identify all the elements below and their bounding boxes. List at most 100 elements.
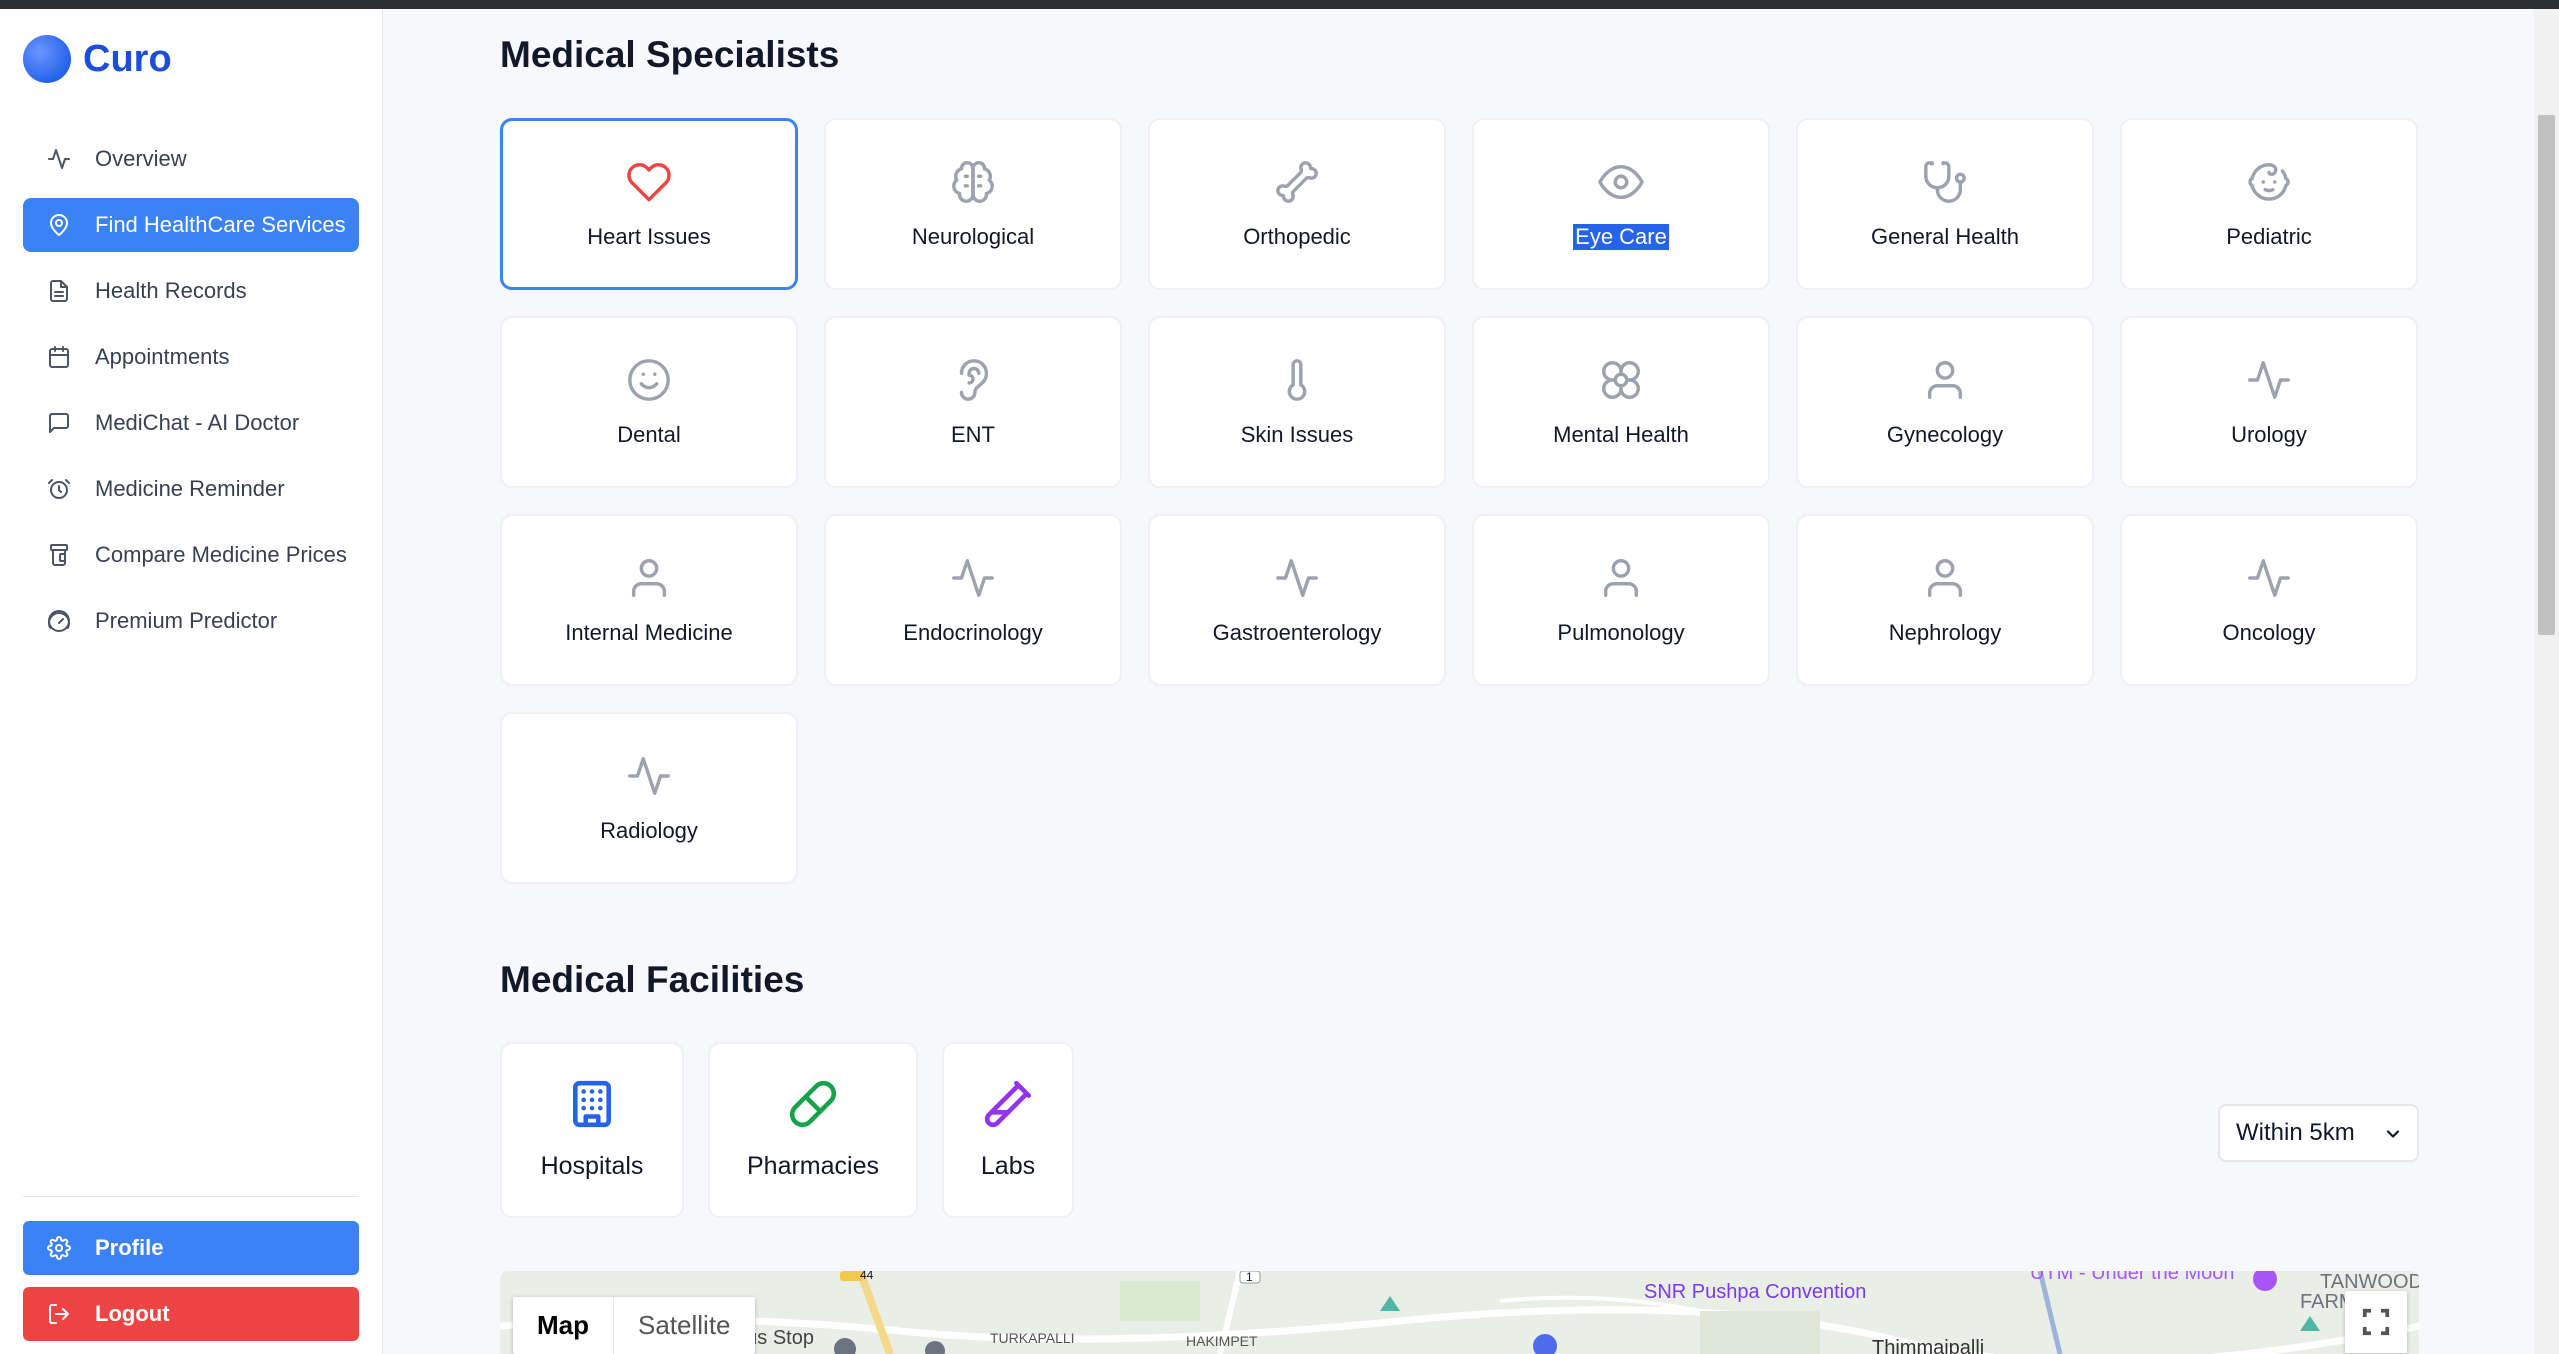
map-view[interactable]: 44 1 SNR Pushpa Convention TURKAPALLI HA…: [500, 1271, 2419, 1354]
specialist-label: Gynecology: [1886, 421, 2004, 447]
logout-label: Logout: [95, 1301, 170, 1326]
specialist-card-gynecology[interactable]: Gynecology: [1796, 316, 2094, 488]
specialists-grid: Heart Issues Neurological Orthopedic Eye…: [500, 118, 2418, 884]
specialist-card-neurological[interactable]: Neurological: [824, 118, 1122, 290]
facility-label: Pharmacies: [747, 1152, 879, 1180]
facility-card-hospitals[interactable]: Hospitals: [500, 1042, 684, 1218]
facilities-row: Hospitals Pharmacies Labs: [500, 1042, 1074, 1218]
pill-icon: [788, 1079, 838, 1134]
map-pin-icon: [47, 213, 71, 237]
sidebar-item-label: Health Records: [95, 278, 247, 303]
file-text-icon: [47, 279, 71, 303]
bone-icon: [1274, 159, 1320, 210]
alarm-clock-icon: [47, 477, 71, 501]
specialists-title: Medical Specialists: [500, 34, 840, 75]
specialist-card-endocrinology[interactable]: Endocrinology: [824, 514, 1122, 686]
sidebar-item-label: Compare Medicine Prices: [95, 542, 347, 567]
user-icon: [626, 555, 672, 606]
specialist-label: General Health: [1871, 223, 2019, 249]
specialist-card-eye-care[interactable]: Eye Care: [1472, 118, 1770, 290]
scrollbar-thumb[interactable]: [2538, 115, 2555, 635]
sidebar-item-medicine-reminder[interactable]: Medicine Reminder: [23, 462, 359, 516]
main-content: Medical Specialists Heart Issues Neurolo…: [384, 9, 2534, 1354]
sidebar-item-health-records[interactable]: Health Records: [23, 264, 359, 318]
facility-label: Hospitals: [540, 1152, 644, 1180]
message-square-icon: [47, 411, 71, 435]
user-icon: [1922, 555, 1968, 606]
specialist-card-nephrology[interactable]: Nephrology: [1796, 514, 2094, 686]
sidebar-item-appointments[interactable]: Appointments: [23, 330, 359, 384]
specialist-card-dental[interactable]: Dental: [500, 316, 798, 488]
fullscreen-button[interactable]: [2345, 1291, 2407, 1353]
map-tab[interactable]: Map: [513, 1297, 614, 1354]
flower-icon: [1598, 357, 1644, 408]
specialist-card-heart[interactable]: Heart Issues: [500, 118, 798, 290]
sidebar-item-find-healthcare[interactable]: Find HealthCare Services: [23, 198, 359, 252]
fullscreen-icon: [2362, 1308, 2390, 1336]
specialist-label: Eye Care: [1573, 223, 1669, 250]
facility-card-pharmacies[interactable]: Pharmacies: [708, 1042, 918, 1218]
profile-button[interactable]: Profile: [23, 1221, 359, 1275]
profile-label: Profile: [95, 1235, 164, 1260]
app-name: Curo: [83, 37, 172, 80]
sidebar-item-overview[interactable]: Overview: [23, 132, 359, 186]
sidebar: Curo Overview Find HealthCare Services H…: [0, 9, 383, 1354]
smile-icon: [626, 357, 672, 408]
page-scrollbar[interactable]: [2534, 9, 2559, 1354]
specialist-card-oncology[interactable]: Oncology: [2120, 514, 2418, 686]
map-place-label: HAKIMPET: [1186, 1333, 1258, 1349]
specialist-card-gastroenterology[interactable]: Gastroenterology: [1148, 514, 1446, 686]
sidebar-item-label: Appointments: [95, 344, 230, 369]
sidebar-item-label: Medicine Reminder: [95, 476, 285, 501]
gauge-icon: [47, 609, 71, 633]
map-type-control: Map Satellite: [513, 1297, 755, 1354]
facility-card-labs[interactable]: Labs: [942, 1042, 1074, 1218]
specialist-card-skin[interactable]: Skin Issues: [1148, 316, 1446, 488]
brain-icon: [950, 159, 996, 210]
specialist-label: Internal Medicine: [565, 619, 733, 645]
map-place-label: Thimmaipalli: [1872, 1337, 1985, 1354]
sidebar-nav: Overview Find HealthCare Services Health…: [23, 132, 359, 660]
specialist-card-ent[interactable]: ENT: [824, 316, 1122, 488]
app-logo[interactable]: Curo: [23, 34, 172, 84]
sidebar-item-label: MediChat - AI Doctor: [95, 410, 300, 435]
specialist-card-general-health[interactable]: General Health: [1796, 118, 2094, 290]
facility-label: Labs: [980, 1152, 1036, 1180]
specialist-card-internal-medicine[interactable]: Internal Medicine: [500, 514, 798, 686]
specialist-label: Radiology: [600, 817, 698, 843]
test-tube-icon: [983, 1079, 1033, 1134]
specialist-card-urology[interactable]: Urology: [2120, 316, 2418, 488]
sidebar-divider: [23, 1196, 359, 1197]
map-place-label: UTM - Under the Moon: [2030, 1271, 2235, 1284]
baby-icon: [2246, 159, 2292, 210]
specialist-label: Endocrinology: [903, 619, 1043, 645]
calendar-icon: [47, 345, 71, 369]
activity-icon: [2246, 357, 2292, 408]
sidebar-item-compare-prices[interactable]: Compare Medicine Prices: [23, 528, 359, 582]
building-icon: [567, 1079, 617, 1134]
specialist-card-pediatric[interactable]: Pediatric: [2120, 118, 2418, 290]
specialist-label: Mental Health: [1553, 421, 1689, 447]
stethoscope-icon: [1922, 159, 1968, 210]
distance-select-value: Within 5km: [2236, 1119, 2355, 1146]
gear-icon: [47, 1236, 71, 1260]
activity-icon: [626, 753, 672, 804]
sidebar-item-premium-predictor[interactable]: Premium Predictor: [23, 594, 359, 648]
specialist-card-orthopedic[interactable]: Orthopedic: [1148, 118, 1446, 290]
specialist-card-radiology[interactable]: Radiology: [500, 712, 798, 884]
sidebar-item-label: Find HealthCare Services: [95, 212, 346, 237]
specialist-label: Pediatric: [2226, 223, 2312, 249]
distance-select[interactable]: Within 5km: [2218, 1104, 2419, 1162]
satellite-tab[interactable]: Satellite: [614, 1297, 755, 1354]
activity-icon: [2246, 555, 2292, 606]
ear-icon: [950, 357, 996, 408]
specialist-card-pulmonology[interactable]: Pulmonology: [1472, 514, 1770, 686]
logout-button[interactable]: Logout: [23, 1287, 359, 1341]
sidebar-item-medichat[interactable]: MediChat - AI Doctor: [23, 396, 359, 450]
pill-bottle-icon: [47, 543, 71, 567]
specialist-label: Nephrology: [1888, 619, 2002, 645]
specialist-card-mental-health[interactable]: Mental Health: [1472, 316, 1770, 488]
specialist-label: Urology: [2231, 421, 2307, 447]
specialist-label: ENT: [951, 421, 995, 447]
activity-icon: [1274, 555, 1320, 606]
